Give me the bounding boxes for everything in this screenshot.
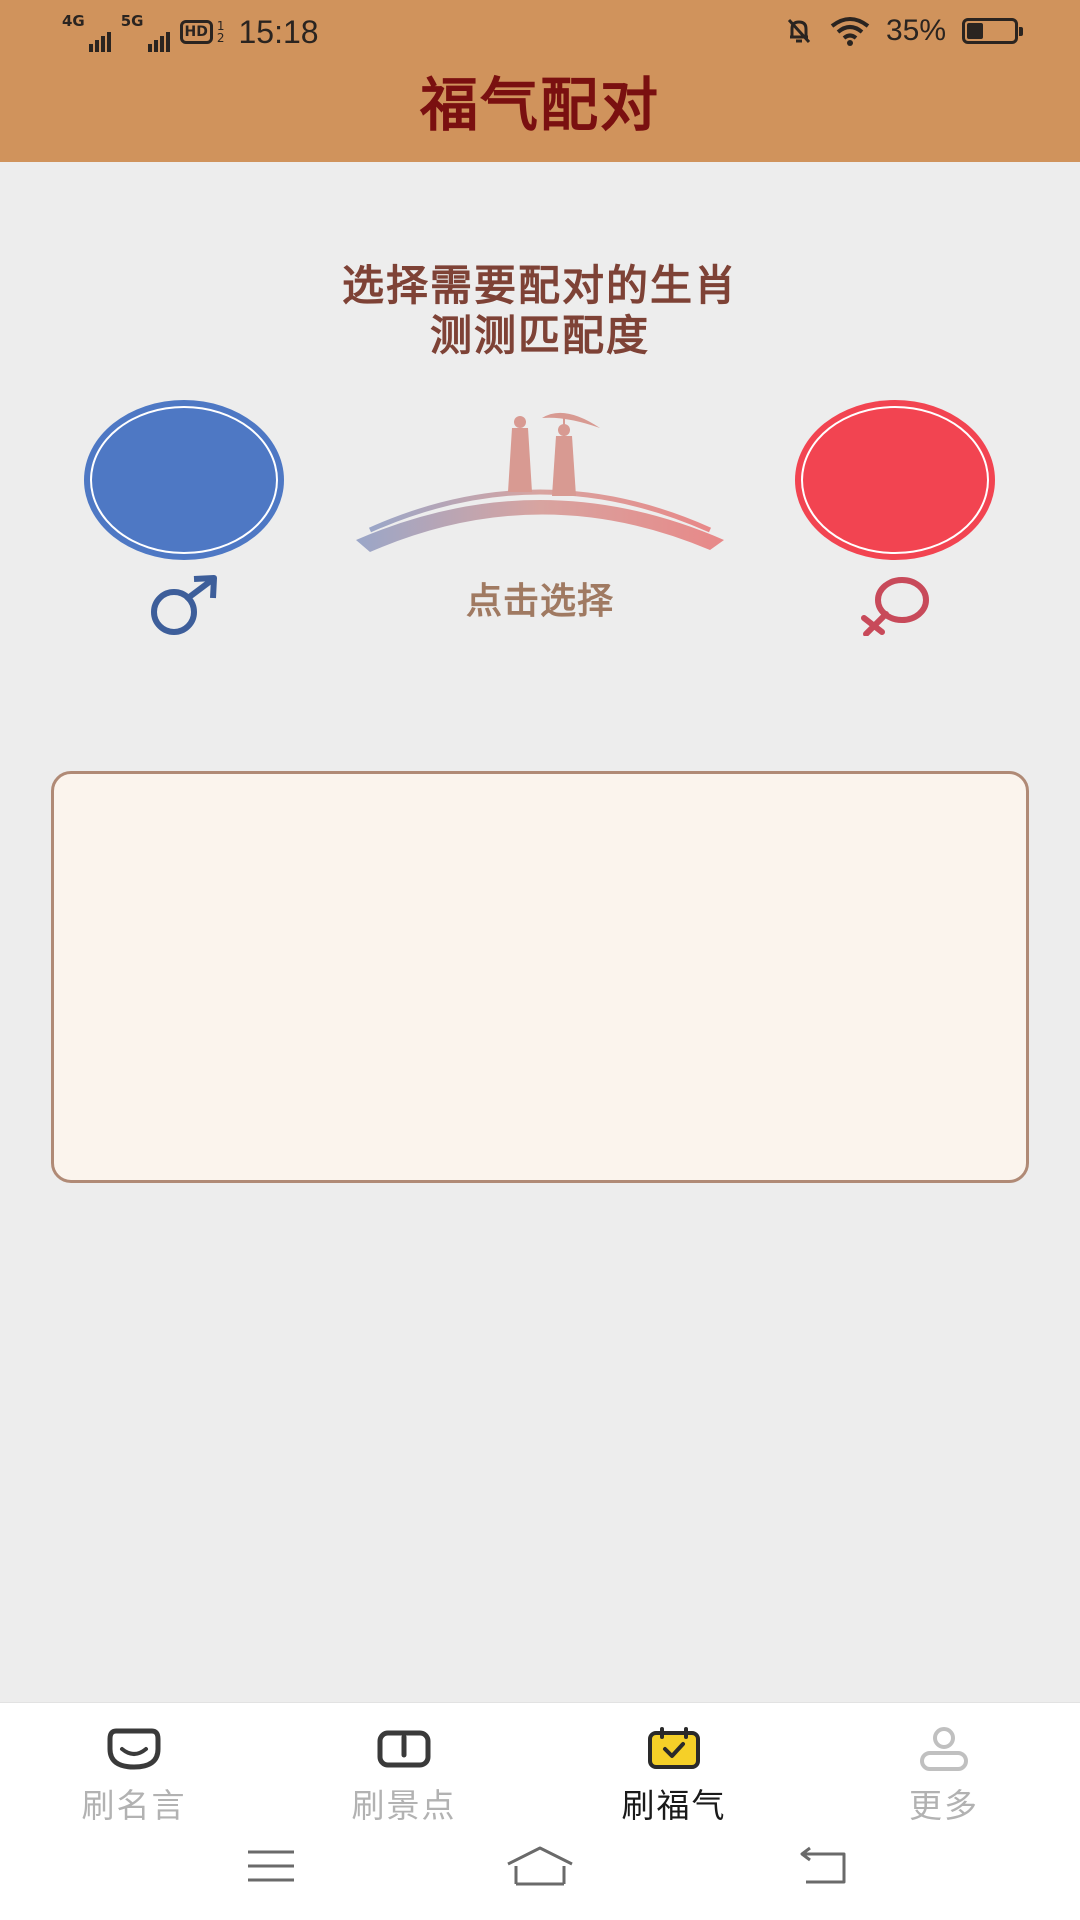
- menu-icon[interactable]: [244, 1846, 298, 1886]
- home-icon[interactable]: [504, 1846, 576, 1890]
- subtitle-line2: 测测匹配度: [429, 311, 650, 360]
- bridge-couple-illustration: [356, 412, 724, 552]
- battery-percent: 35%: [885, 14, 946, 47]
- male-symbol-icon: [151, 575, 217, 635]
- calendar-check-icon: [648, 1727, 700, 1769]
- back-icon[interactable]: [796, 1846, 852, 1886]
- female-zodiac-select-button[interactable]: [797, 402, 993, 558]
- status-bar: 4G 5G HD 1 2 15:18 35%: [0, 0, 1080, 66]
- match-result-panel: [51, 771, 1029, 1183]
- tab-label: 更多: [909, 1786, 979, 1825]
- tap-to-select-label[interactable]: 点击选择: [390, 572, 690, 624]
- status-right: 35%: [784, 14, 1023, 48]
- signal-5g-icon: 5G: [121, 12, 170, 52]
- person-icon: [920, 1727, 968, 1771]
- male-zodiac-select-button[interactable]: [86, 402, 282, 558]
- tab-fortune[interactable]: 刷福气: [574, 1703, 774, 1833]
- tab-label: 刷名言: [81, 1786, 187, 1825]
- hd-badge: HD: [179, 20, 213, 44]
- battery-icon: [962, 18, 1023, 44]
- battery-level: [967, 23, 983, 39]
- status-left: 4G 5G HD 1 2 15:18: [62, 12, 319, 52]
- female-symbol-icon: [861, 577, 929, 636]
- wifi-icon: [830, 17, 870, 46]
- signal-4g-icon: 4G: [62, 12, 111, 52]
- mute-bell-icon: [787, 18, 811, 44]
- tab-scenic-spots[interactable]: 刷景点: [304, 1703, 504, 1833]
- hd-sub: 1 2: [216, 19, 225, 45]
- status-time: 15:18: [238, 13, 319, 50]
- smile-face-icon: [107, 1728, 161, 1770]
- tab-label: 刷福气: [621, 1786, 727, 1825]
- tab-label: 刷景点: [351, 1786, 457, 1825]
- tab-more[interactable]: 更多: [844, 1703, 1044, 1833]
- book-icon: [377, 1730, 431, 1768]
- system-nav-bar: [0, 1832, 1080, 1920]
- bottom-tab-bar: 刷名言 刷景点 刷福气 更多: [0, 1702, 1080, 1832]
- page-title: 福气配对: [419, 71, 660, 139]
- tab-quotes[interactable]: 刷名言: [34, 1703, 234, 1833]
